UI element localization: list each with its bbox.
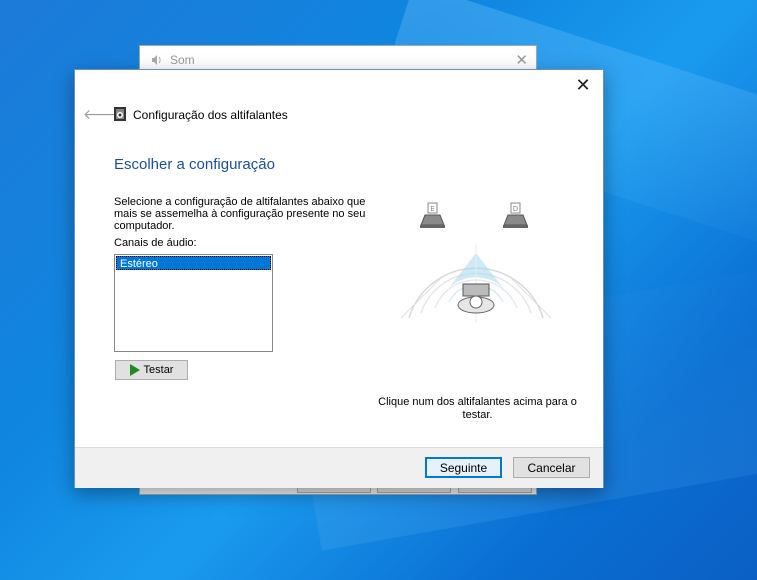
speaker-icon	[150, 54, 162, 66]
next-button[interactable]: Seguinte	[425, 457, 502, 478]
close-icon[interactable]: ✕	[572, 75, 594, 97]
speaker-hint-text: Clique num dos altifalantes acima para o…	[378, 396, 577, 421]
speaker-diagram: E D	[401, 202, 551, 323]
audio-channels-label: Canais de áudio:	[114, 237, 197, 249]
audio-channels-list[interactable]: Estéreo	[114, 254, 273, 352]
test-button[interactable]: Testar	[115, 360, 188, 380]
left-speaker-glyph: E	[430, 205, 434, 213]
description-text: Selecione a configuração de altifalantes…	[114, 196, 366, 232]
cancel-button[interactable]: Cancelar	[513, 457, 590, 478]
close-icon[interactable]: ✕	[515, 51, 528, 69]
play-icon	[129, 364, 140, 376]
right-speaker-icon[interactable]: D	[503, 202, 528, 228]
speaker-setup-icon	[113, 106, 127, 122]
dialog-footer: Seguinte Cancelar	[75, 447, 603, 488]
speaker-setup-dialog: ✕ 🡐 Configuração dos altifalantes Escolh…	[74, 69, 604, 488]
page-heading: Escolher a configuração	[114, 156, 275, 173]
dialog-title: Configuração dos altifalantes	[133, 108, 288, 122]
left-speaker-icon[interactable]: E	[420, 202, 445, 228]
test-button-label: Testar	[143, 364, 174, 376]
right-speaker-glyph: D	[513, 205, 518, 213]
list-item[interactable]: Estéreo	[116, 256, 271, 270]
sound-window-title: Som	[170, 53, 195, 67]
